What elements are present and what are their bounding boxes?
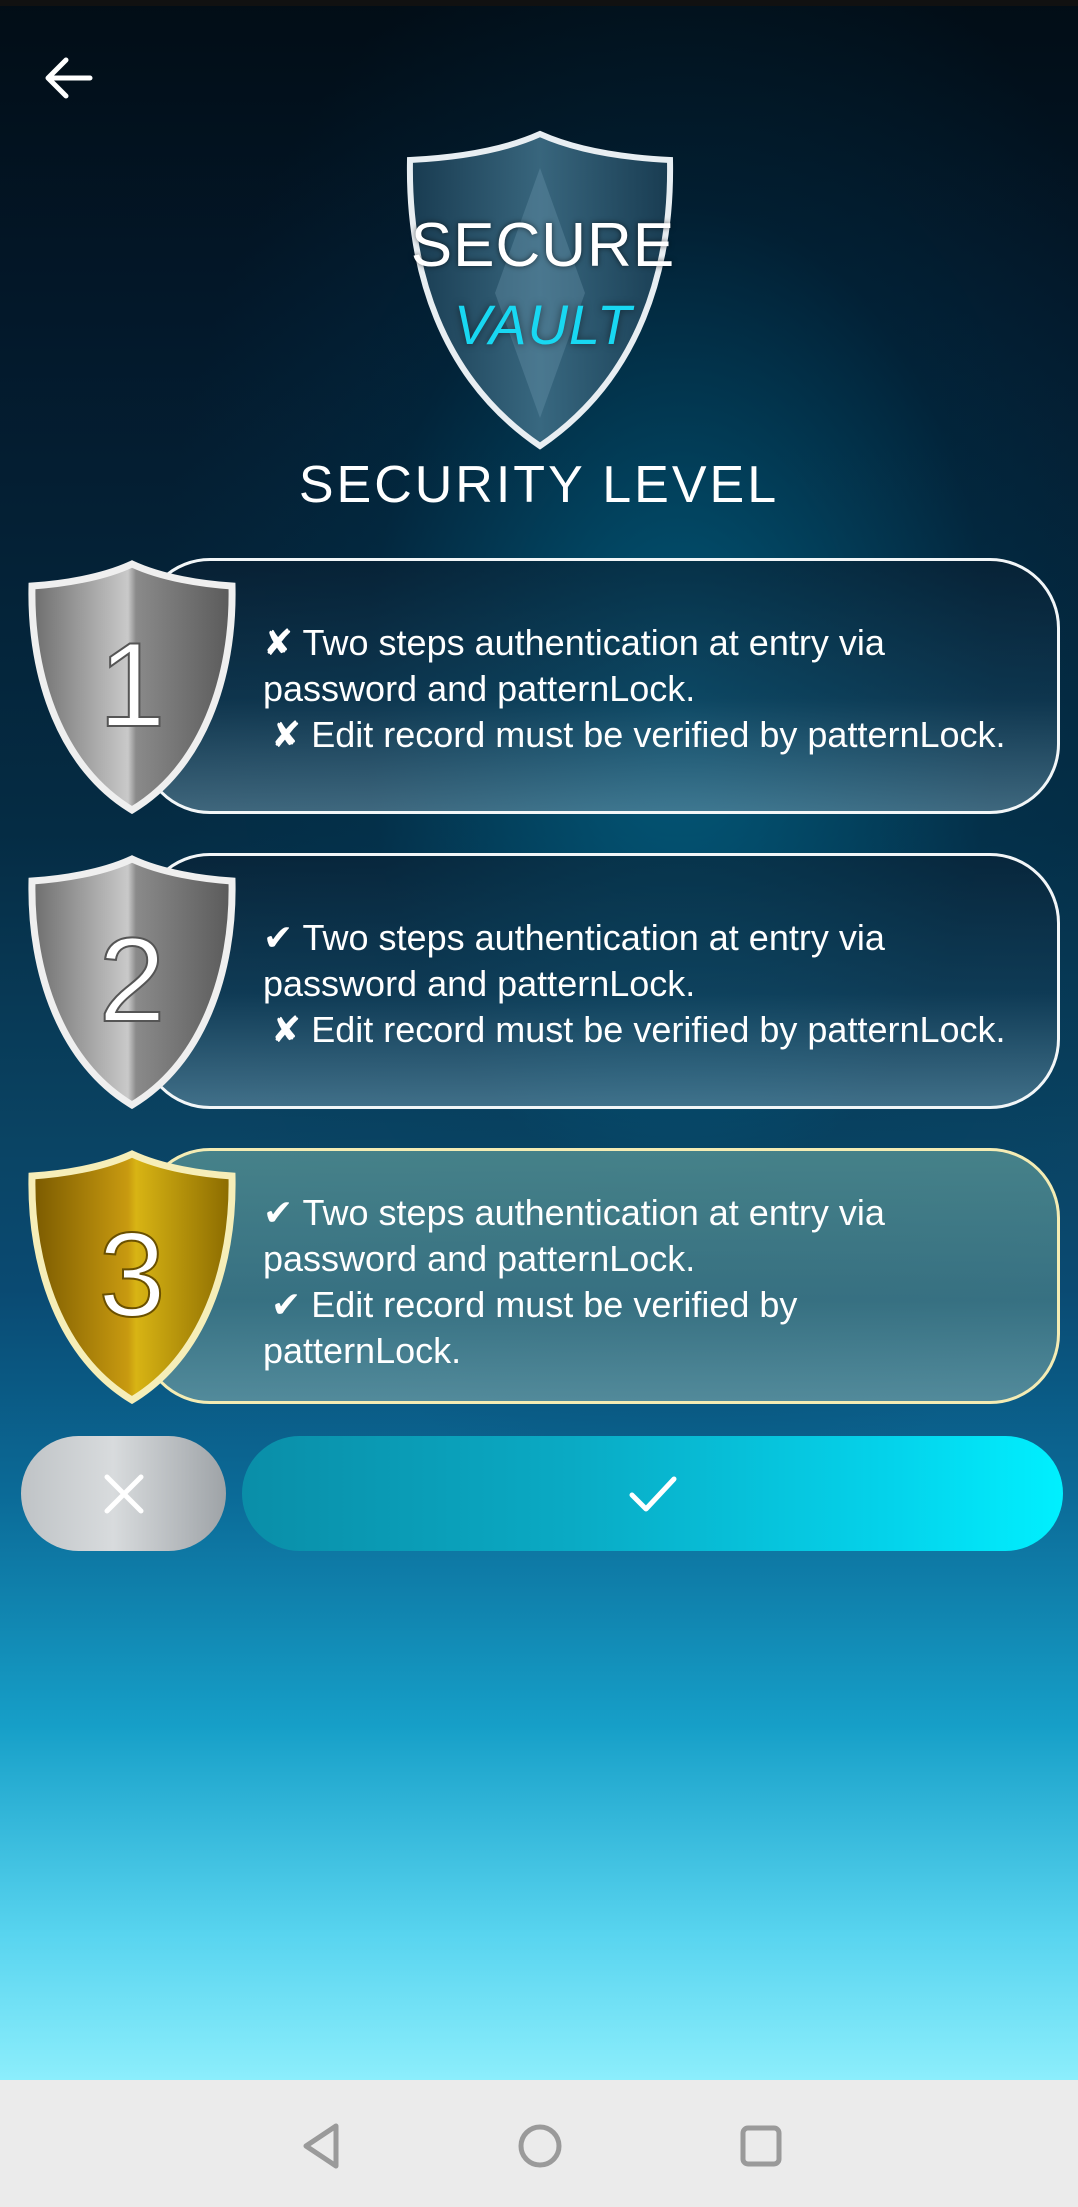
requirement-text: patternLock. [263, 1330, 462, 1371]
logo-text-vault: VAULT [453, 293, 633, 356]
cross-mark: ✘ [263, 622, 294, 663]
checkmark-icon [629, 1476, 677, 1512]
check-mark: ✔ [263, 1192, 294, 1233]
requirement-text: Edit record must be verified by patternL… [311, 714, 1006, 755]
shield-level-1-icon: 1 [28, 560, 236, 814]
nav-back-button[interactable] [292, 2116, 352, 2176]
check-mark: ✔ [263, 917, 294, 958]
requirement-text: password and patternLock. [263, 668, 696, 709]
security-level-option-3[interactable]: 3 ✔ Two steps authentication at entry vi… [0, 1148, 1078, 1410]
nav-recents-button[interactable] [731, 2116, 791, 2176]
shield-level-3-icon: 3 [28, 1150, 236, 1404]
nav-home-icon [518, 2124, 562, 2168]
shield-number: 1 [99, 618, 166, 752]
cross-mark: ✘ [271, 1009, 302, 1050]
nav-home-button[interactable] [510, 2116, 570, 2176]
security-level-option-1[interactable]: 1 ✘ Two steps authentication at entry vi… [0, 558, 1078, 820]
nav-recents-icon [740, 2125, 782, 2167]
level-3-description: ✔ Two steps authentication at entry via … [263, 1190, 1053, 1374]
requirement-text: Edit record must be verified by patternL… [311, 1009, 1006, 1050]
check-mark: ✔ [271, 1284, 302, 1325]
level-1-description: ✘ Two steps authentication at entry via … [263, 620, 1053, 758]
requirement-text: Edit record must be verified by [311, 1284, 798, 1325]
status-bar-edge [0, 0, 1078, 6]
requirement-text: Two steps authentication at entry via [302, 622, 885, 663]
requirement-text: Two steps authentication at entry via [302, 917, 885, 958]
level-2-description: ✔ Two steps authentication at entry via … [263, 915, 1053, 1053]
requirement-text: password and patternLock. [263, 963, 696, 1004]
cancel-button[interactable] [21, 1436, 226, 1551]
system-navigation-bar [0, 2080, 1078, 2207]
security-level-option-2[interactable]: 2 ✔ Two steps authentication at entry vi… [0, 853, 1078, 1115]
shield-level-2-icon: 2 [28, 855, 236, 1109]
requirement-text: Two steps authentication at entry via [302, 1192, 885, 1233]
requirement-text: password and patternLock. [263, 1238, 696, 1279]
page-title: SECURITY LEVEL [298, 456, 780, 514]
close-icon [104, 1474, 144, 1514]
shield-number: 2 [99, 913, 166, 1047]
logo-text-secure: SECURE [410, 211, 676, 280]
shield-number: 3 [99, 1208, 166, 1342]
app-screen: SECURE VAULT SECURITY LEVEL 1 ✘ Two step… [0, 0, 1078, 2080]
confirm-button[interactable] [242, 1436, 1063, 1551]
arrow-left-icon [45, 57, 93, 99]
cross-mark: ✘ [271, 714, 302, 755]
nav-back-icon [303, 2123, 339, 2169]
back-button[interactable] [38, 48, 102, 108]
